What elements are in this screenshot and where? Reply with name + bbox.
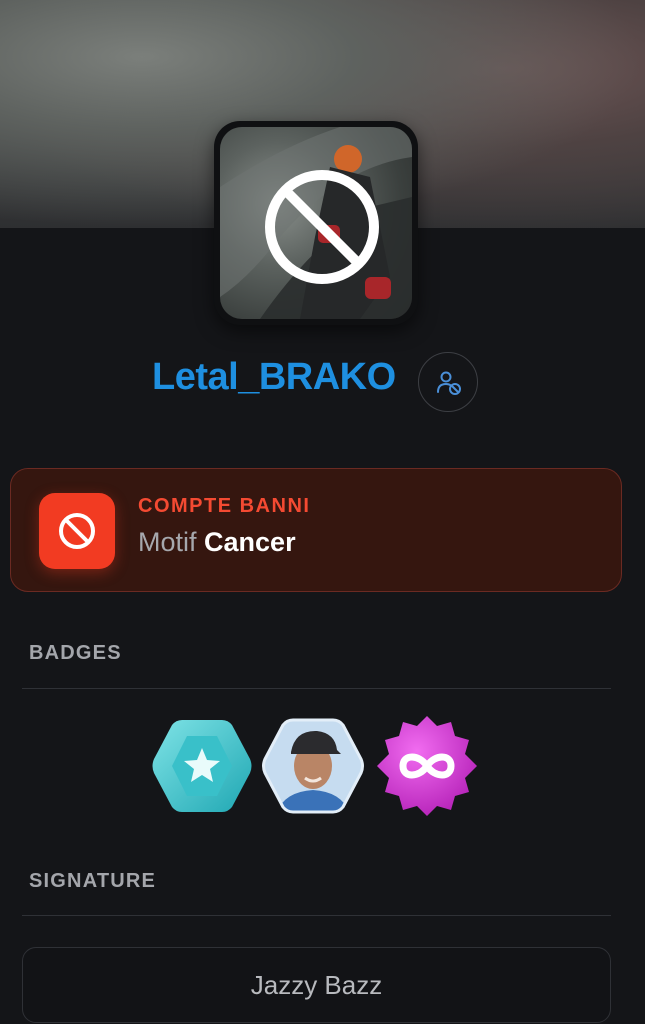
badges-list	[0, 714, 645, 824]
ban-icon	[59, 513, 95, 549]
user-ban-button[interactable]	[418, 352, 478, 412]
ban-notice-card: COMPTE BANNI Motif Cancer	[10, 468, 622, 592]
signature-box: Jazzy Bazz	[22, 947, 611, 1023]
ban-icon	[265, 170, 379, 284]
star-hexagon-badge[interactable]	[150, 714, 254, 818]
username: Letal_BRAKO	[152, 356, 396, 398]
signature-section-title: SIGNATURE	[29, 870, 157, 892]
user-ban-icon	[437, 371, 461, 395]
ban-reason-label: Motif	[138, 527, 197, 557]
ban-badge	[39, 493, 115, 569]
ban-title: COMPTE BANNI	[138, 495, 311, 517]
badges-divider	[22, 688, 611, 689]
profile-avatar[interactable]	[214, 121, 418, 325]
infinity-badge[interactable]	[375, 714, 479, 818]
username-row: Letal_BRAKO	[0, 352, 645, 412]
badges-section-title: BADGES	[29, 642, 122, 664]
portrait-hexagon-badge[interactable]	[261, 714, 365, 818]
avatar-image	[220, 127, 412, 319]
ban-reason-value: Cancer	[204, 527, 296, 557]
signature-text: Jazzy Bazz	[250, 970, 383, 1000]
ban-reason: Motif Cancer	[138, 527, 296, 558]
signature-divider	[22, 915, 611, 916]
